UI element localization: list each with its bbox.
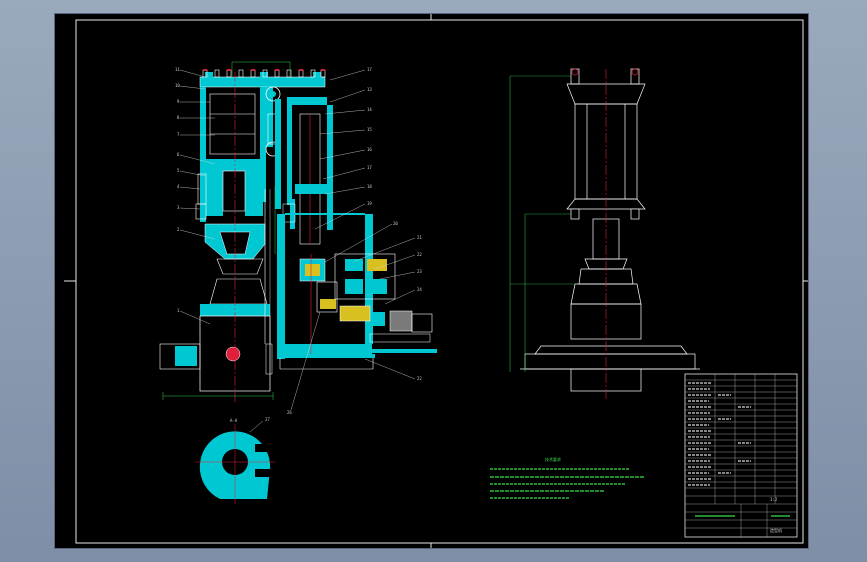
title-block: 1:2 造型机 xyxy=(684,373,798,538)
part-label-10: 10 xyxy=(175,83,180,88)
cad-drawing: 11 10 9 8 7 6 5 4 3 2 1 17 13 14 15 16 1… xyxy=(55,14,808,548)
notes-title: 技术要求 xyxy=(545,456,561,462)
svg-text:26: 26 xyxy=(287,410,292,415)
svg-text:15: 15 xyxy=(367,127,372,132)
svg-text:20: 20 xyxy=(393,221,398,226)
svg-text:23: 23 xyxy=(417,269,422,274)
svg-text:21: 21 xyxy=(417,235,422,240)
drawing-sheet: 11 10 9 8 7 6 5 4 3 2 1 17 13 14 15 16 1… xyxy=(55,14,808,548)
svg-text:19: 19 xyxy=(367,201,372,206)
part-label-11: 11 xyxy=(175,67,180,72)
section-label: A-A xyxy=(230,418,238,423)
svg-text:17: 17 xyxy=(367,165,372,170)
svg-text:24: 24 xyxy=(417,287,422,292)
scale-value: 1:2 xyxy=(770,497,778,502)
svg-text:22: 22 xyxy=(417,376,422,381)
svg-text:22: 22 xyxy=(417,252,422,257)
svg-text:17: 17 xyxy=(367,67,372,72)
drawing-name: 造型机 xyxy=(770,527,782,533)
svg-text:13: 13 xyxy=(367,87,372,92)
svg-text:14: 14 xyxy=(367,107,372,112)
svg-text:18: 18 xyxy=(367,184,372,189)
svg-text:27: 27 xyxy=(265,417,270,422)
svg-text:16: 16 xyxy=(367,147,372,152)
